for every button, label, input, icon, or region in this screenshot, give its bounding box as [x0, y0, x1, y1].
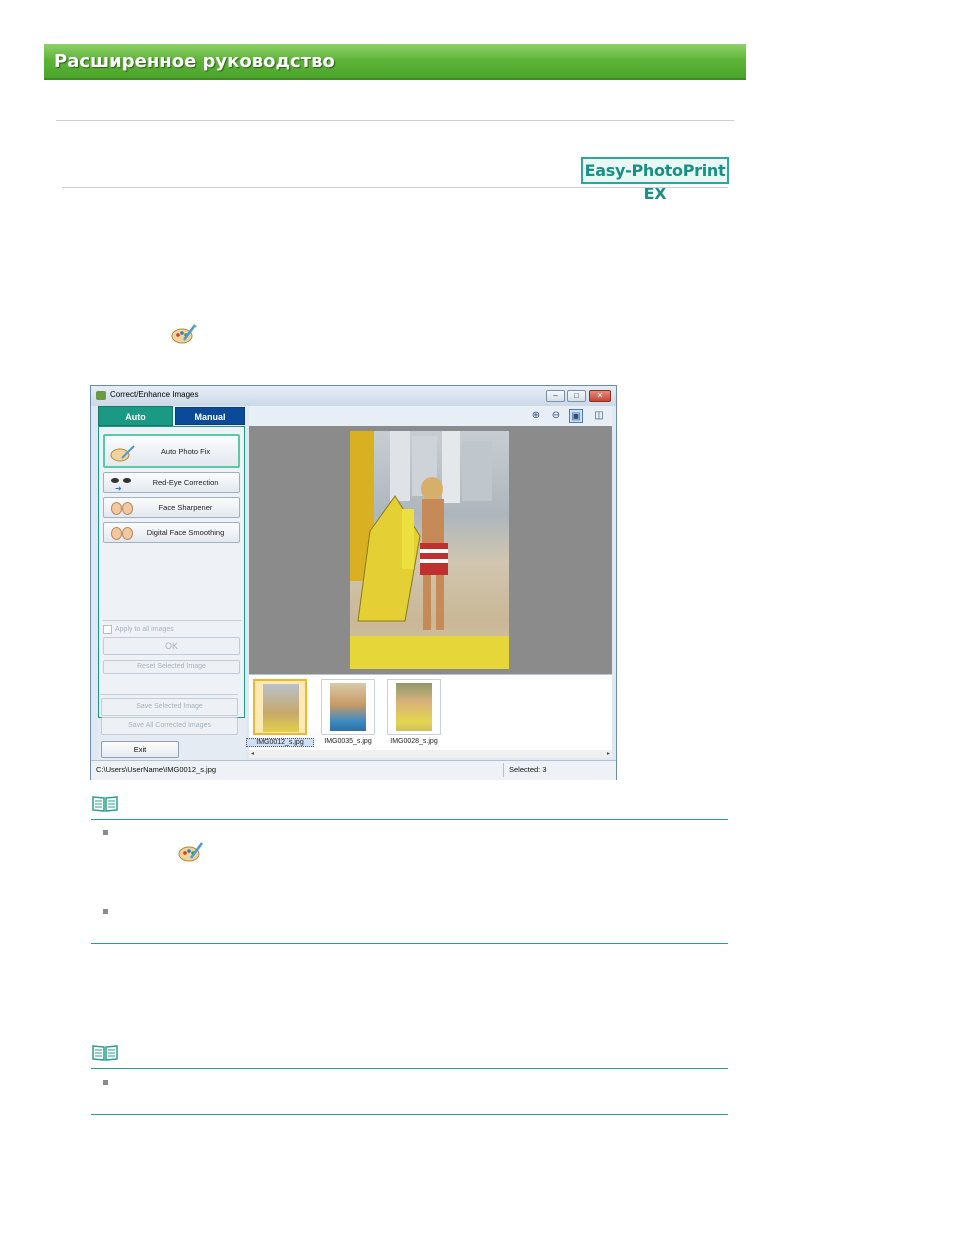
- header-title: Расширенное руководство: [54, 51, 335, 72]
- auto-photo-fix-icon: [110, 444, 135, 462]
- bullet: [103, 1080, 108, 1085]
- thumbnail-item[interactable]: [387, 679, 441, 735]
- thumbnail-caption: IMG0028_s.jpg: [390, 738, 438, 745]
- divider: [100, 694, 238, 695]
- face-smoothing-icon: [109, 526, 133, 540]
- scroll-right-icon[interactable]: ▸: [607, 750, 610, 757]
- tool-label: Face Sharpener: [158, 503, 213, 512]
- tab-manual[interactable]: Manual: [175, 407, 245, 425]
- bullet: [103, 909, 108, 914]
- save-selected-image-button[interactable]: Save Selected Image: [101, 698, 238, 716]
- auto-photo-fix-button[interactable]: Auto Photo Fix: [103, 434, 240, 468]
- thumbnail-item[interactable]: [253, 679, 307, 735]
- preview-area: ⊕ ⊖ ▣ ◫ IMG0012_s.jpg IMG0035_s.jpg IMG0…: [246, 406, 612, 758]
- correct-enhance-icon: [170, 322, 198, 346]
- exit-button[interactable]: Exit: [101, 741, 179, 758]
- note-divider: [91, 1068, 728, 1069]
- status-selected: Selected: 3: [509, 765, 547, 774]
- divider: [56, 120, 734, 121]
- tool-label: Auto Photo Fix: [160, 446, 211, 456]
- maximize-button[interactable]: □: [567, 390, 586, 402]
- zoom-out-icon[interactable]: ⊖: [549, 409, 563, 423]
- window-titlebar: Correct/Enhance Images – □ ✕: [91, 386, 616, 406]
- whole-image-icon[interactable]: ▣: [569, 409, 583, 423]
- close-button[interactable]: ✕: [589, 390, 611, 402]
- apply-all-label: Apply to all images: [115, 626, 174, 633]
- scroll-left-icon[interactable]: ◂: [251, 750, 254, 757]
- note-icon: [91, 1044, 118, 1062]
- thumbnail-caption: IMG0012_s.jpg: [246, 738, 314, 747]
- view-toolbar: ⊕ ⊖ ▣ ◫: [249, 406, 612, 426]
- correct-enhance-window: Correct/Enhance Images – □ ✕ Auto Manual…: [90, 385, 617, 780]
- note-end-divider: [91, 943, 728, 944]
- checkbox-box[interactable]: [103, 625, 112, 634]
- brand-label: Easy-PhotoPrint EX: [581, 157, 729, 203]
- status-bar: C:\Users\UserName\IMG0012_s.jpg Selected…: [91, 760, 616, 780]
- app-icon: [96, 391, 106, 400]
- bullet: [103, 830, 108, 835]
- header-banner: Расширенное руководство: [44, 44, 746, 80]
- note-icon: [91, 795, 118, 813]
- horizontal-scrollbar[interactable]: ◂ ▸: [249, 750, 612, 758]
- tool-label: Red-Eye Correction: [152, 478, 219, 487]
- correct-enhance-icon: [177, 840, 205, 864]
- note-divider: [91, 819, 728, 820]
- thumbnail-item[interactable]: [321, 679, 375, 735]
- face-sharpener-button[interactable]: Face Sharpener: [103, 497, 240, 518]
- divider: [103, 620, 241, 621]
- red-eye-correction-button[interactable]: ➜ Red-Eye Correction: [103, 472, 240, 493]
- note-end-divider: [91, 1114, 728, 1115]
- compare-icon[interactable]: ◫: [592, 409, 606, 423]
- status-path: C:\Users\UserName\IMG0012_s.jpg: [96, 765, 217, 774]
- tab-auto[interactable]: Auto: [98, 406, 173, 426]
- left-panel: Auto Manual Auto Photo Fix ➜ Red-Eye Cor…: [98, 406, 246, 760]
- red-eye-icon: ➜: [109, 476, 133, 493]
- thumbnail-strip: IMG0012_s.jpg IMG0035_s.jpg IMG0028_s.jp…: [246, 674, 612, 751]
- zoom-in-icon[interactable]: ⊕: [529, 409, 543, 423]
- digital-face-smoothing-button[interactable]: Digital Face Smoothing: [103, 522, 240, 543]
- divider: [62, 187, 728, 188]
- apply-all-checkbox[interactable]: Apply to all images: [103, 625, 174, 634]
- image-preview: [249, 426, 612, 674]
- window-title: Correct/Enhance Images: [110, 390, 199, 399]
- tool-label: Digital Face Smoothing: [146, 528, 225, 537]
- preview-photo: [350, 431, 509, 669]
- ok-button[interactable]: OK: [103, 637, 240, 655]
- save-all-corrected-images-button[interactable]: Save All Corrected Images: [101, 717, 238, 735]
- reset-selected-image-button[interactable]: Reset Selected Image: [103, 660, 240, 674]
- thumbnail-caption: IMG0035_s.jpg: [324, 738, 372, 745]
- divider: [503, 763, 504, 777]
- minimize-button[interactable]: –: [546, 390, 565, 402]
- tools-panel: Auto Photo Fix ➜ Red-Eye Correction Face…: [98, 426, 245, 718]
- face-sharpener-icon: [109, 501, 133, 515]
